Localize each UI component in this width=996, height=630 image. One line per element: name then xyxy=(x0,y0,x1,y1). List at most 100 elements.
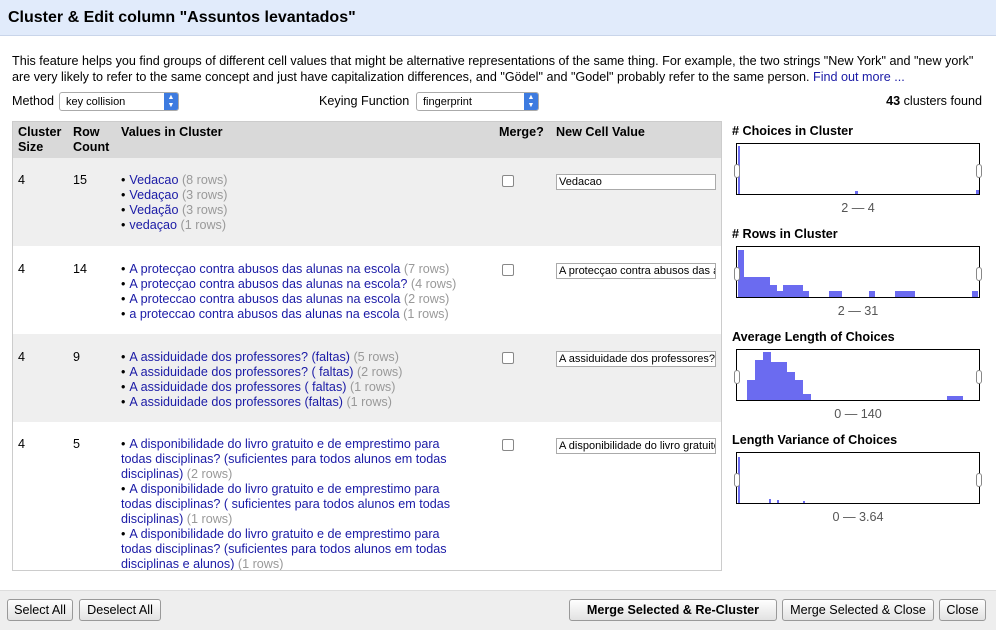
cluster-size: 4 xyxy=(18,173,26,187)
clusters-found-suffix: clusters found xyxy=(903,94,982,108)
cluster-value-link[interactable]: Vedação xyxy=(129,203,178,217)
cluster-values: • A assiduidade dos professores? (faltas)… xyxy=(121,350,402,410)
cluster-value-link[interactable]: A disponibilidade do livro gratuito e de… xyxy=(121,482,450,526)
find-out-more-link[interactable]: Find out more ... xyxy=(813,70,905,84)
clusters-table[interactable]: Cluster Size Row Count Values in Cluster M… xyxy=(12,121,722,571)
histogram-bar xyxy=(755,360,763,400)
select-arrows-icon: ▲ ▼ xyxy=(164,93,178,110)
range-handle-left[interactable] xyxy=(734,370,740,384)
histogram-bar xyxy=(976,190,979,194)
histogram-bar xyxy=(779,362,787,400)
row-count: 15 xyxy=(73,173,88,187)
row-count: 9 xyxy=(73,350,81,364)
cluster-size: 4 xyxy=(18,437,26,451)
merge-recluster-button[interactable]: Merge Selected & Re-Cluster xyxy=(569,599,777,621)
new-cell-value-input[interactable]: Vedacao xyxy=(556,174,716,190)
list-item: • A protecçao contra abusos das alunas na… xyxy=(121,262,450,276)
list-item: • A assiduidade dos professores? (faltas)… xyxy=(121,350,399,364)
cluster-value-link[interactable]: A disponibilidade do livro gratuito e de… xyxy=(121,437,447,481)
merge-checkbox[interactable] xyxy=(502,175,514,187)
range-handle-right[interactable] xyxy=(976,473,982,487)
histogram-bar xyxy=(972,291,978,297)
method-label: Method xyxy=(12,94,55,108)
value-row-count: (1 rows) xyxy=(186,512,233,526)
value-row-count: (4 rows) xyxy=(410,277,457,291)
cluster-value-link[interactable]: Vedacao xyxy=(129,173,178,187)
keying-function-label: Keying Function xyxy=(319,94,410,108)
cluster-edit-dialog: Cluster & Edit column "Assuntos levantad… xyxy=(0,0,996,630)
list-item: • A disponibilidade do livro gratuito e d… xyxy=(121,527,447,571)
facet-rows-in-cluster: # Rows in Cluster 2 — 31 xyxy=(732,227,984,322)
new-cell-value-input[interactable]: A assiduidade dos professores? (faltas) xyxy=(556,351,716,367)
range-handle-left[interactable] xyxy=(734,267,740,281)
cluster-size: 4 xyxy=(18,350,26,364)
cluster-value-link[interactable]: Vedaçao xyxy=(129,188,178,202)
select-all-button[interactable]: Select All xyxy=(7,599,73,621)
merge-close-button[interactable]: Merge Selected & Close xyxy=(782,599,934,621)
range-handle-left[interactable] xyxy=(734,473,740,487)
list-item: • A disponibilidade do livro gratuito e d… xyxy=(121,482,451,526)
list-item: • A assiduidade dos professores ( faltas)… xyxy=(121,380,396,394)
histogram-bar xyxy=(763,352,771,400)
method-select[interactable]: key collision ▲ ▼ xyxy=(59,92,179,111)
histogram-bar xyxy=(829,291,842,297)
list-item: • A assiduidade dos professores (faltas) … xyxy=(121,395,392,409)
facet-range: 2 — 31 xyxy=(837,304,879,318)
cluster-values: • Vedacao (8 rows) • Vedaçao (3 rows) • Ved… xyxy=(121,173,227,233)
cluster-value-link[interactable]: A assiduidade dos professores? ( faltas) xyxy=(129,365,353,379)
merge-checkbox[interactable] xyxy=(502,264,514,276)
cluster-value-link[interactable]: A protecçao contra abusos das alunas na … xyxy=(129,262,400,276)
keying-function-select[interactable]: fingerprint ▲ ▼ xyxy=(416,92,539,111)
range-handle-right[interactable] xyxy=(976,164,982,178)
clusters-found: 43 clusters found xyxy=(886,94,982,108)
keying-function-value: fingerprint xyxy=(423,95,472,108)
header-values-in-cluster: Values in Cluster xyxy=(121,125,223,139)
cluster-value-link[interactable]: A assiduidade dos professores ( faltas) xyxy=(129,380,346,394)
list-item: • A proteccao contra abusos das alunas na… xyxy=(121,292,450,306)
histogram[interactable] xyxy=(734,143,982,195)
cluster-value-link[interactable]: A assiduidade dos professores (faltas) xyxy=(129,395,343,409)
cluster-value-link[interactable]: A proteccao contra abusos das alunas na … xyxy=(129,292,400,306)
range-handle-right[interactable] xyxy=(976,370,982,384)
value-row-count: (8 rows) xyxy=(181,173,228,187)
facet-length-variance: Length Variance of Choices 0 — 3.64 xyxy=(732,433,984,528)
list-item: • vedaçao (1 rows) xyxy=(121,218,227,232)
cluster-value-link[interactable]: A disponibilidade do livro gratuito e de… xyxy=(121,527,447,570)
new-cell-value-input[interactable]: A disponibilidade do livro gratuito xyxy=(556,438,716,454)
new-cell-value-input[interactable]: A protecçao contra abusos das alunas xyxy=(556,263,716,279)
range-handle-left[interactable] xyxy=(734,164,740,178)
list-item: • Vedação (3 rows) xyxy=(121,203,228,217)
histogram[interactable] xyxy=(734,246,982,298)
facet-average-length: Average Length of Choices 0 — 140 xyxy=(732,330,984,425)
list-item: • A disponibilidade do livro gratuito e d… xyxy=(121,437,447,481)
cluster-value-link[interactable]: a proteccao contra abusos das alunas na … xyxy=(129,307,399,321)
cluster-value-link[interactable]: A protecçao contra abusos das alunas na … xyxy=(129,277,407,291)
range-handle-right[interactable] xyxy=(976,267,982,281)
value-row-count: (7 rows) xyxy=(403,262,450,276)
value-row-count: (2 rows) xyxy=(186,467,233,481)
histogram-bar xyxy=(747,380,755,400)
table-row: 4 5 • A disponibilidade do livro gratuito… xyxy=(13,422,721,571)
histogram-bar xyxy=(744,277,770,297)
histogram-bar xyxy=(770,285,777,297)
deselect-all-button[interactable]: Deselect All xyxy=(79,599,161,621)
list-item: • Vedaçao (3 rows) xyxy=(121,188,228,202)
cluster-value-link[interactable]: A assiduidade dos professores? (faltas) xyxy=(129,350,350,364)
facet-range: 0 — 140 xyxy=(834,407,882,421)
facet-range: 0 — 3.64 xyxy=(832,510,884,524)
histogram[interactable] xyxy=(734,452,982,504)
histogram-bar xyxy=(803,501,805,503)
histogram-bar xyxy=(803,394,811,400)
close-button[interactable]: Close xyxy=(939,599,986,621)
row-count: 14 xyxy=(73,262,88,276)
merge-checkbox[interactable] xyxy=(502,352,514,364)
histogram[interactable] xyxy=(734,349,982,401)
header-row-count: Row Count xyxy=(73,125,110,154)
cluster-value-link[interactable]: vedaçao xyxy=(129,218,177,232)
clusters-count: 43 xyxy=(886,94,901,108)
value-row-count: (2 rows) xyxy=(403,292,450,306)
merge-checkbox[interactable] xyxy=(502,439,514,451)
list-item: • A protecçao contra abusos das alunas na… xyxy=(121,277,457,291)
histogram-bar xyxy=(795,380,803,400)
histogram-bar xyxy=(803,291,809,297)
